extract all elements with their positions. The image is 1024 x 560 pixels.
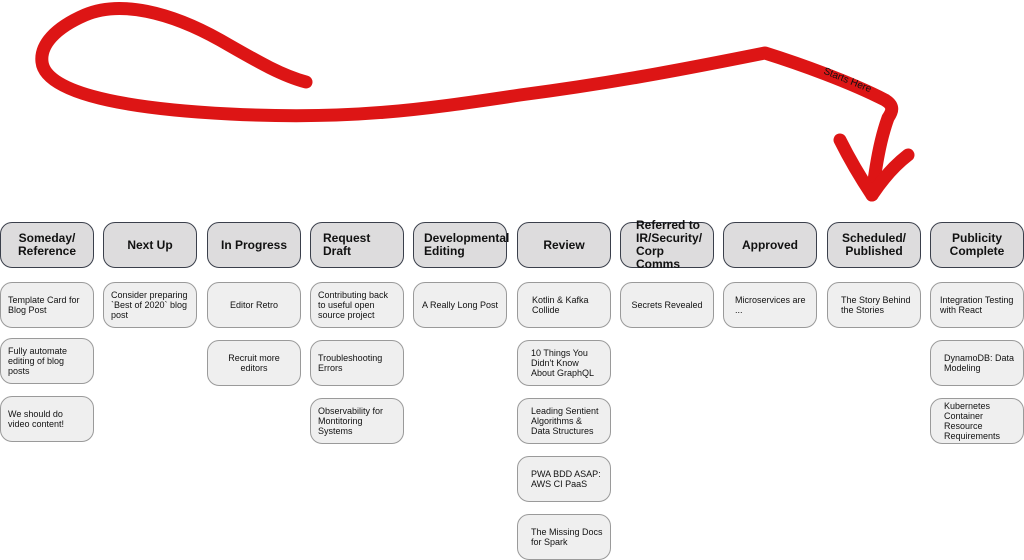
column-referred-to-ir-security: Referred to IR/Security/ Corp Comms Secr… [620,219,714,328]
card[interactable]: Leading Sentient Algorithms & Data Struc… [517,398,611,444]
card[interactable]: 10 Things You Didn't Know About GraphQL [517,340,611,386]
column-header[interactable]: Someday/ Reference [0,222,94,268]
card[interactable]: Recruit more editors [207,340,301,386]
column-publicity-complete: Publicity Complete Integration Testing w… [930,222,1024,444]
card[interactable]: The Missing Docs for Spark [517,514,611,560]
card[interactable]: Kotlin & Kafka Collide [517,282,611,328]
card[interactable]: The Story Behind the Stories [827,282,921,328]
starts-here-label: Starts Here [821,66,873,96]
arrow-loop-stroke [35,2,899,202]
column-in-progress: In Progress Editor Retro Recruit more ed… [207,222,301,386]
kanban-board: Someday/ Reference Template Card for Blo… [0,219,1024,560]
column-header[interactable]: Referred to IR/Security/ Corp Comms [620,219,714,271]
card[interactable]: Template Card for Blog Post [0,282,94,328]
column-approved: Approved Microservices are ... [723,222,817,328]
column-header[interactable]: In Progress [207,222,301,268]
column-header[interactable]: Review [517,222,611,268]
card[interactable]: Troubleshooting Errors [310,340,404,386]
card[interactable]: Kubernetes Container Resource Requiremen… [930,398,1024,444]
card[interactable]: We should do video content! [0,396,94,442]
column-someday-reference: Someday/ Reference Template Card for Blo… [0,222,94,442]
column-review: Review Kotlin & Kafka Collide 10 Things … [517,222,611,560]
column-request-draft: Request Draft Contributing back to usefu… [310,222,404,444]
column-developmental-editing: Developmental Editing A Really Long Post [413,222,509,328]
card[interactable]: Secrets Revealed [620,282,714,328]
card[interactable]: Microservices are ... [723,282,817,328]
card[interactable]: Integration Testing with React [930,282,1024,328]
arrow-head-stroke [833,133,915,202]
column-header[interactable]: Scheduled/ Published [827,222,921,268]
card[interactable]: Observability for Montitoring Systems [310,398,404,444]
card[interactable]: Editor Retro [207,282,301,328]
card[interactable]: Contributing back to useful open source … [310,282,404,328]
column-header[interactable]: Approved [723,222,817,268]
column-header[interactable]: Next Up [103,222,197,268]
column-header[interactable]: Developmental Editing [413,222,509,268]
card[interactable]: Fully automate editing of blog posts [0,338,94,384]
column-scheduled-published: Scheduled/ Published The Story Behind th… [827,222,921,328]
card[interactable]: PWA BDD ASAP: AWS CI PaaS [517,456,611,502]
column-header[interactable]: Publicity Complete [930,222,1024,268]
card[interactable]: A Really Long Post [413,282,507,328]
column-next-up: Next Up Consider preparing `Best of 2020… [103,222,197,328]
card[interactable]: DynamoDB: Data Modeling [930,340,1024,386]
card[interactable]: Consider preparing `Best of 2020` blog p… [103,282,197,328]
column-header[interactable]: Request Draft [310,222,404,268]
